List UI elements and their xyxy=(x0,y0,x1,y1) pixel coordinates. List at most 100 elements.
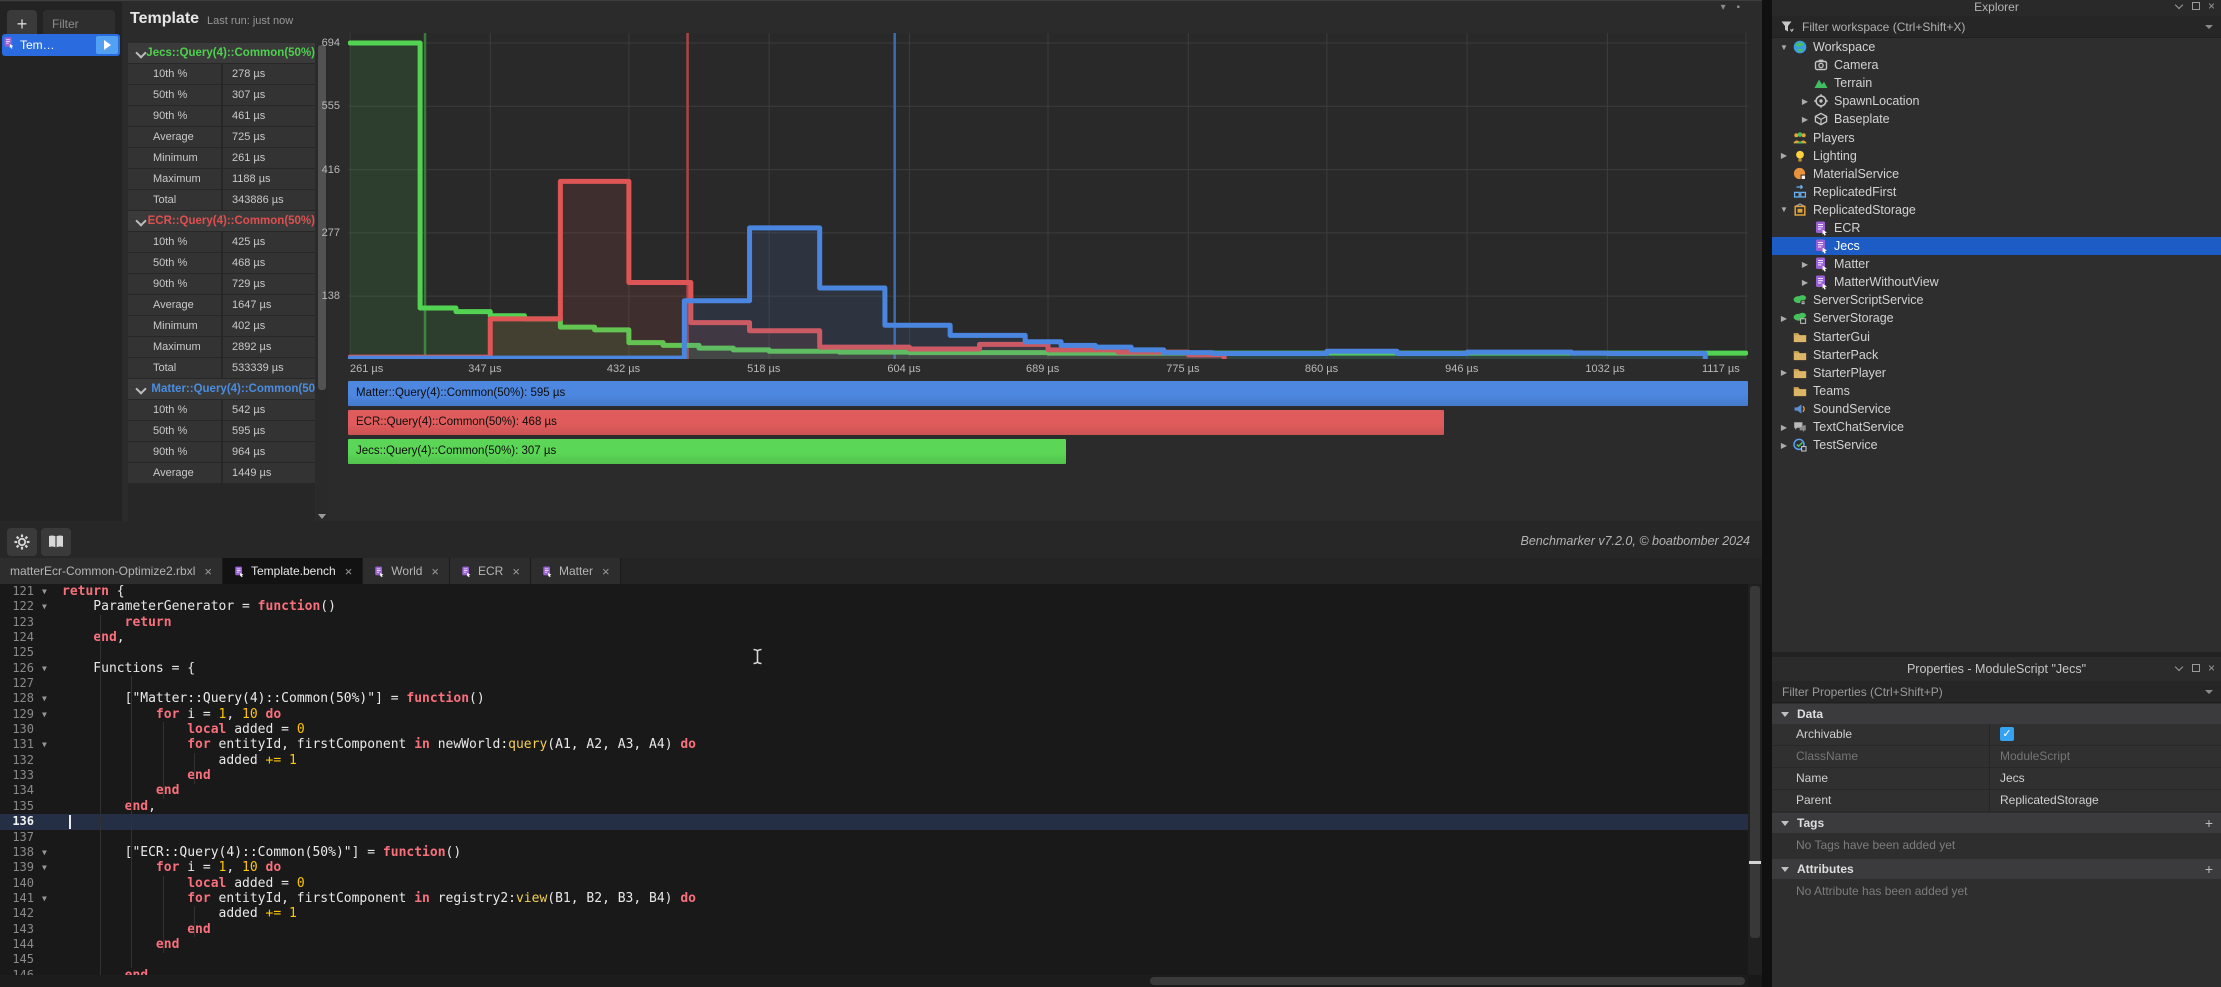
benchmark-list-item-template[interactable]: Tem… xyxy=(2,34,120,56)
tree-item-terrain[interactable]: Terrain xyxy=(1772,74,2221,92)
filter-dropdown-icon[interactable] xyxy=(2205,25,2213,29)
run-benchmark-button[interactable] xyxy=(96,36,118,54)
tree-item-players[interactable]: Players xyxy=(1772,128,2221,146)
editor-vscroll-thumb[interactable] xyxy=(1750,586,1760,938)
scroll-down-icon[interactable] xyxy=(318,514,326,519)
code-line-142[interactable]: 142 added += 1 xyxy=(0,906,1748,921)
tree-item-soundservice[interactable]: SoundService xyxy=(1772,400,2221,418)
tree-item-teams[interactable]: Teams xyxy=(1772,382,2221,400)
expander-right-icon[interactable]: ▶ xyxy=(1797,260,1813,269)
tab-matterecr-common-optimize2-rbxl[interactable]: matterEcr-Common-Optimize2.rbxl× xyxy=(0,558,223,584)
expander-right-icon[interactable]: ▶ xyxy=(1776,368,1792,377)
tab-close-icon[interactable]: × xyxy=(602,564,610,579)
stats-group-header[interactable]: Jecs::Query(4)::Common(50%) xyxy=(128,43,315,63)
code-line-138[interactable]: 138▼ ["ECR::Query(4)::Common(50%)"] = fu… xyxy=(0,845,1748,860)
expander-right-icon[interactable]: ▶ xyxy=(1797,278,1813,287)
code-line-135[interactable]: 135 end, xyxy=(0,799,1748,814)
property-row-classname[interactable]: ClassNameModuleScript xyxy=(1772,746,2221,768)
tree-item-workspace[interactable]: ▼Workspace xyxy=(1772,38,2221,56)
tab-close-icon[interactable]: × xyxy=(345,564,353,579)
explorer-filter[interactable]: Filter workspace (Ctrl+Shift+X) xyxy=(1772,16,2221,38)
close-icon[interactable]: × xyxy=(2208,664,2215,672)
fold-arrow-icon[interactable]: ▼ xyxy=(42,845,62,860)
editor-hscroll-thumb[interactable] xyxy=(1150,977,1745,985)
tree-item-serverstorage[interactable]: ▶ServerStorage xyxy=(1772,309,2221,327)
expander-right-icon[interactable]: ▶ xyxy=(1776,314,1792,323)
archivable-checkbox[interactable]: ✓ xyxy=(2000,727,2014,741)
property-row-name[interactable]: NameJecs xyxy=(1772,768,2221,790)
tree-item-replicatedfirst[interactable]: ReplicatedFirst xyxy=(1772,183,2221,201)
tree-item-serverscriptservice[interactable]: ServerScriptService xyxy=(1772,291,2221,309)
property-row-archivable[interactable]: Archivable✓ xyxy=(1772,724,2221,746)
code-line-123[interactable]: 123 return xyxy=(0,615,1748,630)
expander-right-icon[interactable]: ▶ xyxy=(1776,441,1792,450)
property-row-parent[interactable]: ParentReplicatedStorage xyxy=(1772,790,2221,812)
code-line-141[interactable]: 141▼ for entityId, firstComponent in reg… xyxy=(0,891,1748,906)
code-line-134[interactable]: 134 end xyxy=(0,783,1748,798)
code-line-130[interactable]: 130 local added = 0 xyxy=(0,722,1748,737)
tree-item-spawnlocation[interactable]: ▶SpawnLocation xyxy=(1772,92,2221,110)
add-icon[interactable]: + xyxy=(2205,815,2213,831)
code-area[interactable]: 121▼return {122▼ ParameterGenerator = fu… xyxy=(0,584,1748,983)
tab-template-bench[interactable]: Template.bench× xyxy=(223,558,363,584)
expander-right-icon[interactable]: ▶ xyxy=(1776,423,1792,432)
tree-item-starterpack[interactable]: StarterPack xyxy=(1772,346,2221,364)
section-header-tags[interactable]: Tags+ xyxy=(1772,813,2221,833)
legend-bar[interactable]: Jecs::Query(4)::Common(50%): 307 µs xyxy=(348,439,1066,464)
fold-arrow-icon[interactable]: ▼ xyxy=(42,661,62,676)
editor-horizontal-scrollbar[interactable] xyxy=(0,975,1748,987)
code-line-122[interactable]: 122▼ ParameterGenerator = function() xyxy=(0,599,1748,614)
stats-group-header[interactable]: Matter::Query(4)::Common(50 xyxy=(128,379,315,399)
tab-close-icon[interactable]: × xyxy=(204,564,212,579)
tab-matter[interactable]: Matter× xyxy=(531,558,621,584)
tree-item-lighting[interactable]: ▶Lighting xyxy=(1772,147,2221,165)
explorer-header[interactable]: Explorer × xyxy=(1772,0,2221,16)
fold-arrow-icon[interactable]: ▼ xyxy=(42,860,62,875)
tree-item-matter[interactable]: ▶Matter xyxy=(1772,255,2221,273)
expander-right-icon[interactable]: ▶ xyxy=(1797,115,1813,124)
stats-group-header[interactable]: ECR::Query(4)::Common(50%) xyxy=(128,211,315,231)
section-header-data[interactable]: Data xyxy=(1772,704,2221,724)
chevron-down-icon[interactable] xyxy=(2176,664,2184,672)
code-line-145[interactable]: 145 xyxy=(0,952,1748,967)
properties-filter[interactable]: Filter Properties (Ctrl+Shift+P) xyxy=(1772,681,2221,703)
settings-button[interactable] xyxy=(7,528,37,556)
code-line-136[interactable]: 136 xyxy=(0,814,1748,829)
tree-item-jecs[interactable]: Jecs xyxy=(1772,237,2221,255)
code-line-143[interactable]: 143 end xyxy=(0,922,1748,937)
tree-item-baseplate[interactable]: ▶Baseplate xyxy=(1772,110,2221,128)
fold-arrow-icon[interactable]: ▼ xyxy=(42,737,62,752)
code-line-133[interactable]: 133 end xyxy=(0,768,1748,783)
chevron-down-icon[interactable] xyxy=(2176,2,2184,10)
editor-vertical-scrollbar[interactable] xyxy=(1748,584,1762,975)
fold-arrow-icon[interactable]: ▼ xyxy=(42,891,62,906)
code-line-127[interactable]: 127 xyxy=(0,676,1748,691)
code-line-139[interactable]: 139▼ for i = 1, 10 do xyxy=(0,860,1748,875)
fold-arrow-icon[interactable]: ▼ xyxy=(42,599,62,614)
tree-item-replicatedstorage[interactable]: ▼ReplicatedStorage xyxy=(1772,201,2221,219)
tree-item-starterplayer[interactable]: ▶StarterPlayer xyxy=(1772,364,2221,382)
tree-item-startergui[interactable]: StarterGui xyxy=(1772,328,2221,346)
docs-button[interactable] xyxy=(41,528,71,556)
stats-scrollbar[interactable] xyxy=(316,43,328,521)
stats-scrollbar-thumb[interactable] xyxy=(318,45,326,390)
code-line-129[interactable]: 129▼ for i = 1, 10 do xyxy=(0,707,1748,722)
close-icon[interactable]: × xyxy=(2208,2,2215,10)
expander-down-icon[interactable]: ▼ xyxy=(1776,205,1792,214)
code-line-144[interactable]: 144 end xyxy=(0,937,1748,952)
code-line-131[interactable]: 131▼ for entityId, firstComponent in new… xyxy=(0,737,1748,752)
tree-item-textchatservice[interactable]: ▶TextChatService xyxy=(1772,418,2221,436)
script-editor[interactable]: 121▼return {122▼ ParameterGenerator = fu… xyxy=(0,584,1762,987)
legend-bar[interactable]: ECR::Query(4)::Common(50%): 468 µs xyxy=(348,410,1444,435)
expander-down-icon[interactable]: ▼ xyxy=(1776,43,1792,52)
code-line-132[interactable]: 132 added += 1 xyxy=(0,753,1748,768)
fold-arrow-icon[interactable]: ▼ xyxy=(42,707,62,722)
float-window-icon[interactable] xyxy=(2192,2,2200,10)
tree-item-materialservice[interactable]: MaterialService xyxy=(1772,165,2221,183)
code-line-124[interactable]: 124 end, xyxy=(0,630,1748,645)
expander-right-icon[interactable]: ▶ xyxy=(1797,97,1813,106)
tree-item-testservice[interactable]: ▶TestService xyxy=(1772,436,2221,454)
add-icon[interactable]: + xyxy=(2205,861,2213,877)
code-line-126[interactable]: 126▼ Functions = { xyxy=(0,661,1748,676)
tab-ecr[interactable]: ECR× xyxy=(450,558,531,584)
